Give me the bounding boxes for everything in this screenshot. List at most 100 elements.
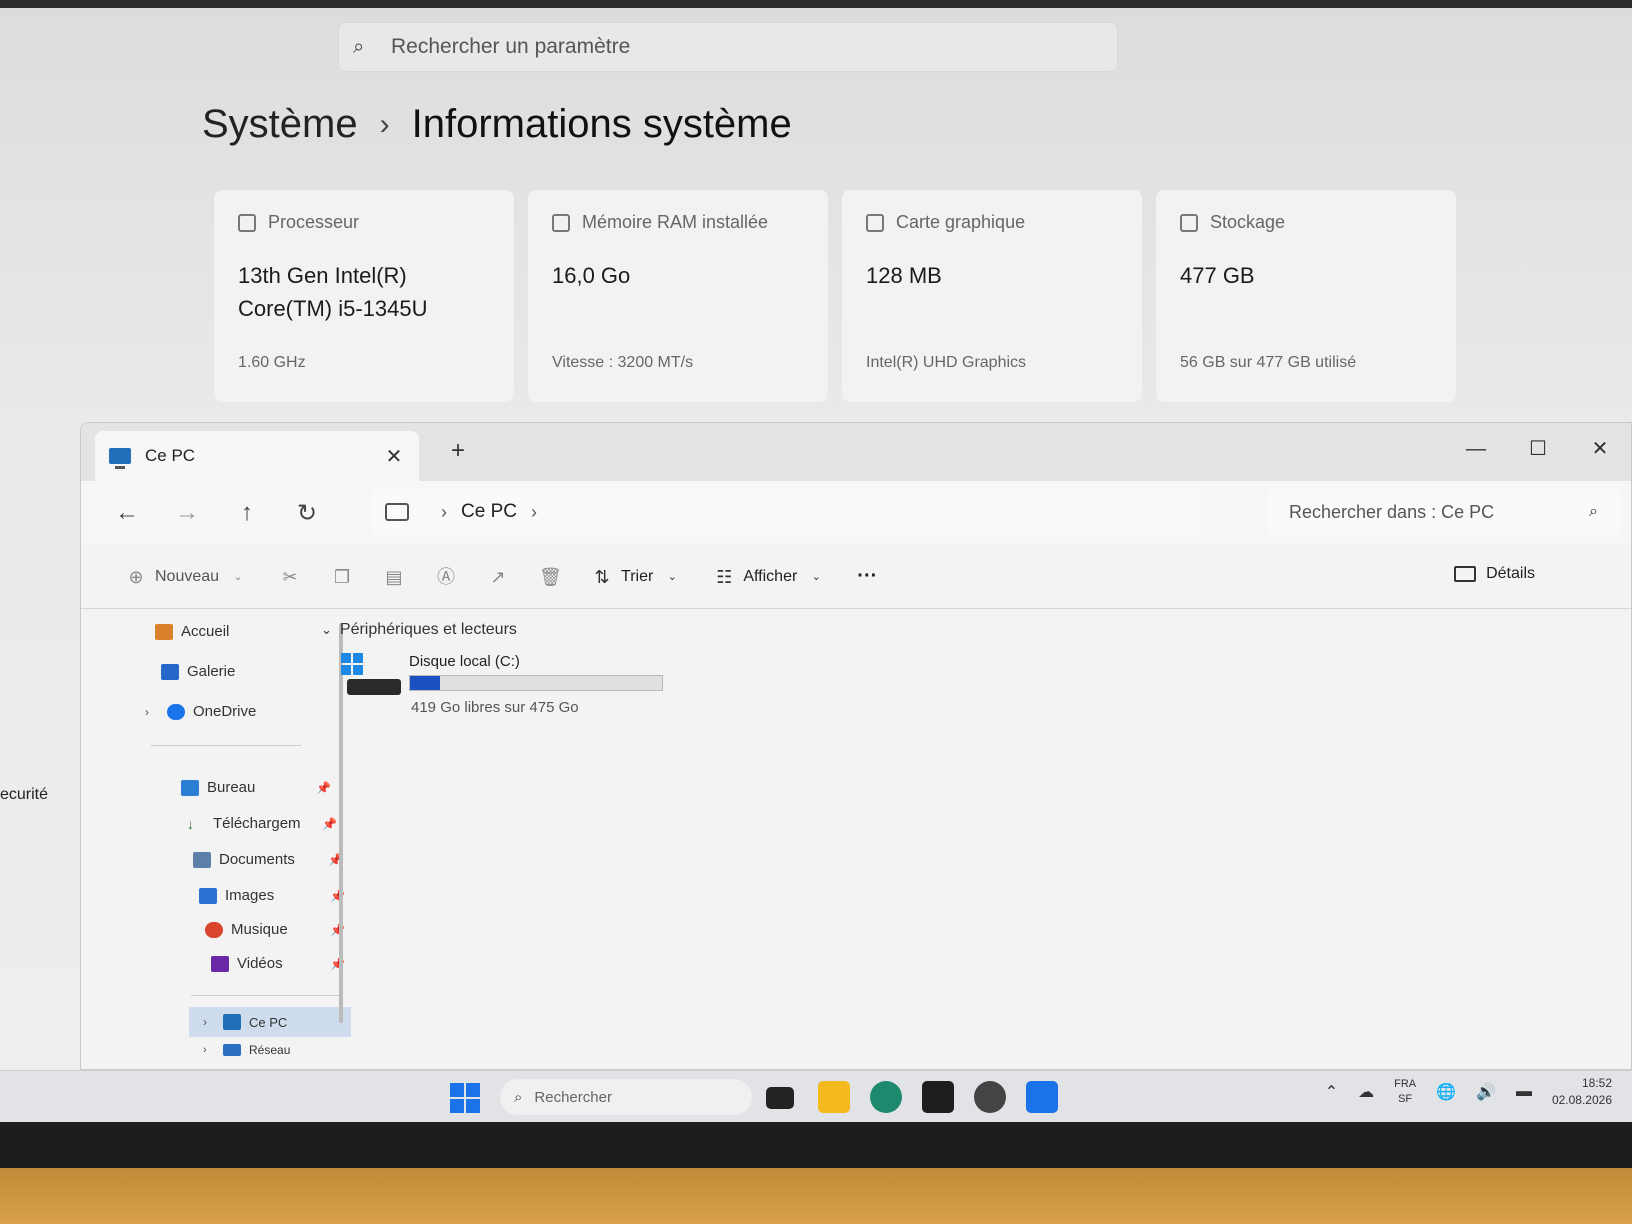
sidebar-item-home[interactable]: Accueil — [155, 623, 229, 640]
settings-gear-icon[interactable] — [974, 1081, 1006, 1113]
search-icon: ⌕ — [1589, 503, 1598, 520]
sidebar-item-gallery[interactable]: Galerie — [161, 663, 235, 680]
file-explorer-icon[interactable] — [818, 1081, 850, 1113]
card-storage: Stockage 477 GB 56 GB sur 477 GB utilisé — [1156, 190, 1456, 402]
back-button[interactable]: ← — [97, 499, 157, 527]
sort-label: Trier — [621, 567, 654, 585]
start-button[interactable] — [450, 1083, 480, 1113]
card-title: Stockage — [1210, 212, 1286, 232]
refresh-button[interactable]: ↻ — [277, 499, 337, 528]
chevron-down-icon: ⌄ — [811, 570, 821, 583]
sidebar-item-documents[interactable]: Documents 📌 — [193, 851, 343, 868]
view-label: Afficher — [743, 567, 798, 585]
network-icon — [223, 1044, 241, 1056]
clock[interactable]: 18:52 02.08.2026 — [1552, 1075, 1612, 1109]
explorer-search-placeholder: Rechercher dans : Ce PC — [1289, 501, 1495, 522]
details-label: Détails — [1486, 565, 1535, 582]
sidebar-item-onedrive[interactable]: › OneDrive — [145, 703, 256, 720]
tab-bar: Ce PC ✕ + — ☐ ✕ — [81, 423, 1631, 481]
minimize-button[interactable]: — — [1445, 431, 1507, 467]
tab-close-icon[interactable]: ✕ — [383, 444, 405, 469]
new-tab-button[interactable]: + — [443, 437, 473, 465]
settings-search-box[interactable]: ⌕ Rechercher un paramètre — [338, 22, 1118, 72]
window-controls: — ☐ ✕ — [1445, 431, 1631, 467]
more-options-button[interactable]: ··· — [857, 565, 877, 588]
hard-drive-icon — [347, 679, 401, 695]
sidebar-item-label: Téléchargem — [213, 815, 301, 832]
address-chevron[interactable]: › — [441, 502, 447, 523]
delete-button[interactable]: 🗑 — [539, 566, 562, 588]
card-sub: 56 GB sur 477 GB utilisé — [1180, 354, 1357, 371]
volume-icon[interactable]: 🔊 — [1476, 1082, 1496, 1102]
home-icon — [155, 623, 173, 640]
system-info-app-icon[interactable] — [1026, 1081, 1058, 1113]
sidebar-item-downloads[interactable]: ↓ Téléchargem 📌 — [187, 815, 337, 832]
details-button[interactable]: Détails — [1454, 565, 1535, 583]
sidebar-item-label: OneDrive — [193, 703, 257, 720]
drive-free-space: 419 Go libres sur 475 Go — [411, 699, 579, 716]
sidebar-item-images[interactable]: Images 📌 — [199, 887, 345, 904]
address-chevron-end[interactable]: › — [531, 502, 537, 523]
store-icon[interactable] — [922, 1081, 954, 1113]
explorer-search-box[interactable]: Rechercher dans : Ce PC ⌕ — [1269, 489, 1619, 535]
address-bar[interactable]: › Ce PC › — [373, 489, 1201, 535]
sidebar-item-network[interactable]: › Réseau — [203, 1043, 343, 1057]
battery-icon[interactable]: ▬ — [1516, 1083, 1532, 1101]
clock-time: 18:52 — [1581, 1076, 1612, 1090]
card-value: 16,0 Go — [552, 263, 631, 288]
network-globe-icon[interactable]: 🌐 — [1436, 1082, 1456, 1102]
monitor-icon — [385, 503, 409, 521]
navigation-pane: Accueil Galerie › OneDrive Bureau 📌 ↓ Té… — [111, 613, 351, 1069]
maximize-button[interactable]: ☐ — [1507, 431, 1569, 467]
sidebar-item-music[interactable]: Musique 📌 — [205, 921, 345, 938]
copy-button[interactable]: ❐ — [331, 566, 353, 588]
expand-chevron-icon[interactable]: › — [203, 1044, 215, 1056]
pin-icon: 📌 — [316, 780, 331, 795]
search-icon: ⌕ — [353, 36, 365, 58]
cloud-offline-icon[interactable]: ☁ — [1358, 1082, 1374, 1102]
cut-button[interactable]: ✂ — [279, 566, 301, 588]
card-title: Processeur — [268, 212, 360, 232]
view-button[interactable]: ☷ Afficher ⌄ — [713, 566, 827, 588]
sidebar-item-desktop[interactable]: Bureau 📌 — [181, 779, 331, 796]
breadcrumb-separator: › — [379, 107, 390, 141]
expand-chevron-icon[interactable]: › — [145, 705, 159, 719]
content-pane: ⌄ Périphériques et lecteurs Disque local… — [321, 621, 663, 716]
paste-button[interactable]: ▤ — [383, 566, 405, 588]
clock-date: 02.08.2026 — [1551, 1093, 1612, 1107]
group-header-devices[interactable]: ⌄ Périphériques et lecteurs — [321, 621, 517, 639]
sidebar-divider — [151, 745, 301, 746]
share-button[interactable]: ↗ — [487, 566, 509, 588]
gallery-icon — [161, 663, 179, 680]
taskbar-search-placeholder: Rechercher — [534, 1088, 612, 1106]
language-indicator[interactable]: FRA SF — [1394, 1077, 1416, 1107]
more-options-icon: ··· — [857, 565, 878, 587]
address-location[interactable]: Ce PC — [461, 501, 517, 523]
sidebar-item-this-pc[interactable]: › Ce PC — [189, 1007, 351, 1037]
sort-button[interactable]: ⇅ Trier ⌄ — [591, 566, 683, 588]
copy-icon: ❐ — [333, 566, 351, 587]
new-button[interactable]: ⊕ Nouveau ⌄ — [125, 566, 249, 588]
expand-chevron-icon[interactable]: › — [203, 1015, 215, 1029]
forward-button[interactable]: → — [157, 499, 217, 527]
storage-icon — [1180, 213, 1198, 232]
desktop-icon — [181, 779, 199, 796]
close-window-button[interactable]: ✕ — [1569, 431, 1631, 467]
chevron-up-icon[interactable]: ⌃ — [1325, 1082, 1338, 1102]
sidebar-partial-label[interactable]: ecurité — [0, 786, 48, 804]
up-button[interactable]: ↑ — [217, 499, 277, 527]
sidebar-item-videos[interactable]: Vidéos 📌 — [211, 955, 345, 972]
task-view-icon[interactable] — [766, 1087, 794, 1109]
breadcrumb-parent[interactable]: Système — [202, 102, 358, 147]
laptop-bezel — [0, 1122, 1632, 1168]
sidebar-item-label: Réseau — [249, 1043, 291, 1057]
edge-browser-icon[interactable] — [870, 1081, 902, 1113]
drive-local-c[interactable]: Disque local (C:) 419 Go libres sur 475 … — [341, 653, 681, 717]
pin-icon: 📌 — [322, 816, 337, 831]
windows-logo-icon — [341, 653, 363, 675]
tab-ce-pc[interactable]: Ce PC ✕ — [95, 431, 419, 481]
laptop-base — [0, 1168, 1632, 1224]
taskbar-search[interactable]: ⌕ Rechercher — [500, 1079, 752, 1115]
sidebar-item-label: Ce PC — [249, 1014, 288, 1030]
rename-button[interactable]: Ⓐ — [435, 566, 457, 588]
